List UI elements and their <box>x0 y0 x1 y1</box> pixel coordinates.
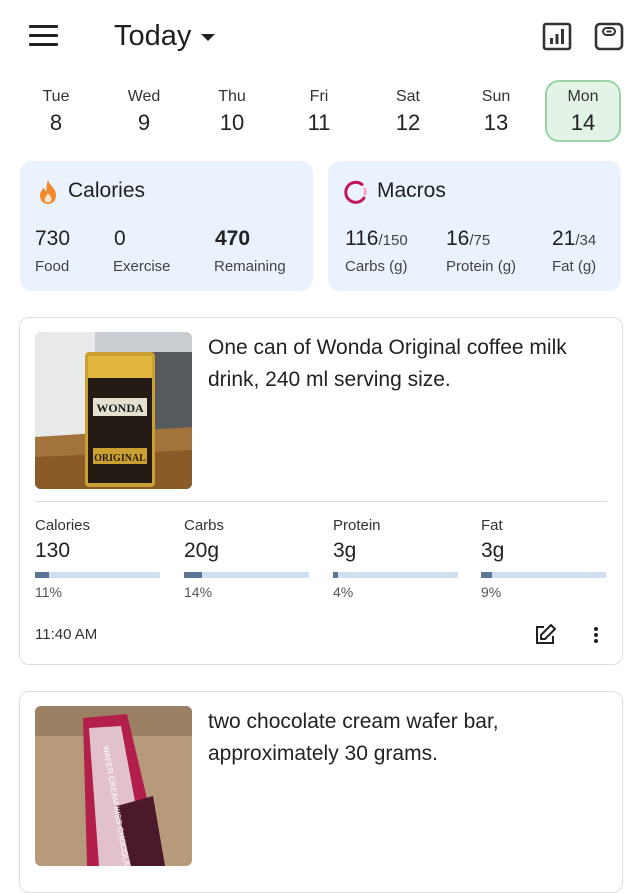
protein-progress-fill <box>333 572 338 578</box>
day-tue[interactable]: Tue 8 <box>18 80 94 142</box>
calories-progress-fill <box>35 572 49 578</box>
calories-summary-card[interactable]: Calories 730 Food 0 Exercise 470 Remaini… <box>20 161 313 291</box>
exercise-label: Exercise <box>113 258 171 275</box>
protein-progress-bar <box>333 572 458 578</box>
fat-progress-bar <box>481 572 606 578</box>
more-vert-icon[interactable] <box>583 622 609 648</box>
day-name: Mon <box>567 88 599 105</box>
fat-goal: /34 <box>575 232 597 249</box>
protein-label: Protein (g) <box>446 258 517 275</box>
fat-macro-value: 21/34 <box>552 227 596 251</box>
day-name: Wed <box>127 88 161 105</box>
day-sat[interactable]: Sat 12 <box>370 80 446 142</box>
calories-title: Calories <box>68 179 146 202</box>
photo-label-2: ORIGINAL <box>94 453 146 464</box>
entry-description: two chocolate cream wafer bar, approxima… <box>208 710 499 765</box>
day-name: Thu <box>218 88 246 105</box>
calories-nutrient-label: Calories <box>35 517 91 534</box>
food-photo: WAFER CREAM KISS CHOCOLATE <box>35 706 192 866</box>
protein-goal: /75 <box>469 232 491 249</box>
calories-nutrient-value: 130 <box>35 539 71 562</box>
food-entry-card[interactable]: WONDA ORIGINAL One can of Wonda Original… <box>19 317 623 665</box>
protein-consumed: 16 <box>446 227 470 250</box>
day-name: Fri <box>309 88 329 105</box>
carbs-nutrient-label: Carbs <box>184 517 225 534</box>
day-mon-selected[interactable]: Mon 14 <box>545 80 621 142</box>
fat-progress-fill <box>481 572 493 578</box>
edit-icon[interactable] <box>532 622 558 648</box>
carbs-consumed: 116 <box>345 227 379 250</box>
exercise-calories-value: 0 <box>114 227 126 250</box>
fat-nutrient-label: Fat <box>481 517 503 534</box>
day-date: 8 <box>49 110 63 135</box>
day-name: Sat <box>395 88 420 105</box>
food-entry-card[interactable]: WAFER CREAM KISS CHOCOLATE two chocolate… <box>19 691 623 893</box>
carbs-goal: /150 <box>378 232 408 249</box>
carbs-label: Carbs (g) <box>345 258 408 275</box>
day-sun[interactable]: Sun 13 <box>458 80 534 142</box>
week-day-strip: Tue 8 Wed 9 Thu 10 Fri 11 Sat 12 Sun 13 … <box>12 80 632 144</box>
food-calories-value: 730 <box>35 227 71 250</box>
day-date: 13 <box>483 110 509 135</box>
bar-chart-icon[interactable] <box>542 21 572 51</box>
carbs-progress-bar <box>184 572 309 578</box>
remaining-calories-value: 470 <box>215 227 251 250</box>
fat-consumed: 21 <box>552 227 576 250</box>
day-fri[interactable]: Fri 11 <box>281 80 357 142</box>
date-selector[interactable]: Today <box>114 16 216 56</box>
carbs-nutrient-value: 20g <box>184 539 220 562</box>
carbs-progress-fill <box>184 572 202 578</box>
macros-ring-icon <box>344 180 367 204</box>
macros-summary-card[interactable]: Macros 116/150 Carbs (g) 16/75 Protein (… <box>328 161 621 291</box>
day-date: 12 <box>395 110 421 135</box>
day-date: 14 <box>570 110 596 135</box>
divider <box>35 501 607 502</box>
hamburger-menu-icon[interactable] <box>28 22 60 50</box>
remaining-label: Remaining <box>214 258 286 275</box>
fat-label: Fat (g) <box>552 258 597 275</box>
food-photo: WONDA ORIGINAL <box>35 332 192 489</box>
top-app-bar: Today <box>0 0 640 72</box>
day-thu[interactable]: Thu 10 <box>194 80 270 142</box>
day-date: 9 <box>137 110 151 135</box>
calories-progress-bar <box>35 572 160 578</box>
day-name: Tue <box>42 88 70 105</box>
calories-percent: 11% <box>35 584 62 600</box>
protein-nutrient-label: Protein <box>333 517 381 534</box>
photo-label-1: WONDA <box>96 401 144 415</box>
day-wed[interactable]: Wed 9 <box>106 80 182 142</box>
macros-title: Macros <box>377 179 446 202</box>
carbs-macro-value: 116/150 <box>345 227 408 251</box>
protein-macro-value: 16/75 <box>446 227 490 251</box>
day-name: Sun <box>481 88 511 105</box>
flame-icon <box>40 180 56 204</box>
protein-nutrient-value: 3g <box>333 539 357 562</box>
carbs-percent: 14% <box>184 584 213 600</box>
weight-scale-icon[interactable] <box>594 21 624 51</box>
fat-nutrient-value: 3g <box>481 539 505 562</box>
entry-description: One can of Wonda Original coffee milk dr… <box>208 336 567 391</box>
protein-percent: 4% <box>333 584 354 600</box>
fat-percent: 9% <box>481 584 502 600</box>
page-title: Today <box>114 19 192 52</box>
food-label: Food <box>35 258 70 275</box>
caret-down-icon <box>201 33 216 41</box>
entry-time: 11:40 AM <box>35 626 98 643</box>
day-date: 10 <box>219 110 245 135</box>
day-date: 11 <box>307 110 331 135</box>
